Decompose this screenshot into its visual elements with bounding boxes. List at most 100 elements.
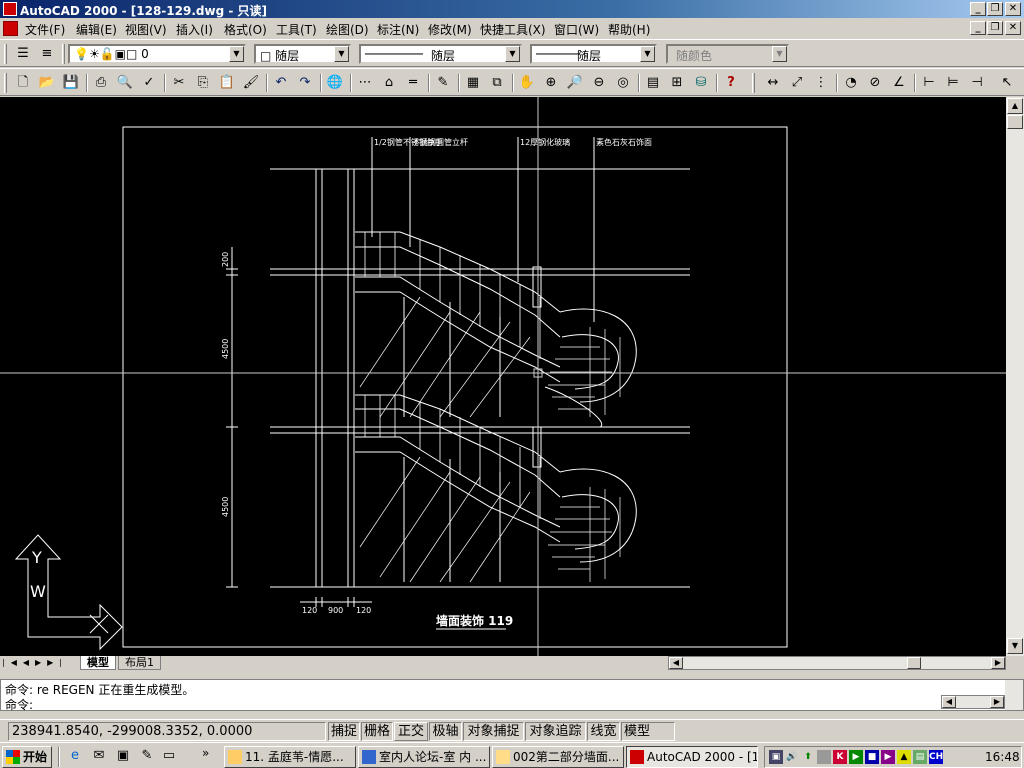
dim-ordinate-icon[interactable]: ⋮ bbox=[812, 74, 830, 92]
zoom-realtime-icon[interactable]: ⊕ bbox=[542, 74, 560, 92]
toolbar-grip[interactable] bbox=[752, 73, 755, 93]
quicklaunch-more-icon[interactable]: » bbox=[202, 746, 209, 760]
tab-nav-arrows[interactable]: |◀◀▶▶| bbox=[2, 657, 78, 669]
toggle-ortho[interactable]: 正交 bbox=[394, 722, 428, 741]
preview-icon[interactable]: 🔍 bbox=[116, 74, 134, 92]
tray-app-icon[interactable] bbox=[817, 750, 831, 764]
menu-quick-tools[interactable]: 快捷工具(X) bbox=[480, 21, 546, 38]
network-icon[interactable]: ▣ bbox=[769, 750, 783, 764]
zoom-window-icon[interactable]: 🔎 bbox=[566, 74, 584, 92]
task-folder[interactable]: 002第二部分墙面... bbox=[492, 746, 624, 768]
tab-layout1[interactable]: 布局1 bbox=[118, 656, 161, 670]
quick-dim-icon[interactable]: ⊢ bbox=[920, 74, 938, 92]
desktop-icon[interactable]: ▣ bbox=[114, 747, 132, 765]
media-prev-icon[interactable]: K bbox=[833, 750, 847, 764]
color-dropdown[interactable]: □ 随层 ▼ bbox=[254, 44, 351, 64]
media-stop-icon[interactable]: ■ bbox=[865, 750, 879, 764]
command-prompt[interactable]: 命令: bbox=[5, 696, 33, 713]
scroll-thumb[interactable] bbox=[1007, 115, 1023, 129]
language-indicator[interactable]: CH bbox=[929, 750, 943, 764]
spellcheck-icon[interactable]: ✓ bbox=[140, 74, 158, 92]
linetype-dropdown[interactable]: ──────── 随层 ▼ bbox=[359, 44, 522, 64]
media-eject-icon[interactable]: ▲ bbox=[897, 750, 911, 764]
horizontal-scrollbar[interactable]: ◀ ▶ bbox=[668, 656, 1006, 670]
green-arrow-icon[interactable]: ⬆ bbox=[801, 750, 815, 764]
layer-manager-icon[interactable]: ☰ bbox=[14, 45, 32, 63]
dim-aligned-icon[interactable]: ⤢ bbox=[788, 74, 806, 92]
doc-restore-button[interactable]: ❐ bbox=[987, 21, 1003, 35]
matchprop-icon[interactable]: 🖌 bbox=[242, 74, 260, 92]
restore-button[interactable]: ❐ bbox=[987, 2, 1003, 16]
properties-icon[interactable]: ▤ bbox=[644, 74, 662, 92]
volume-icon[interactable]: 🔊 bbox=[785, 750, 799, 764]
toolbar-grip[interactable] bbox=[4, 44, 7, 64]
dim-angular-icon[interactable]: ∠ bbox=[890, 74, 908, 92]
dim-diameter-icon[interactable]: ⊘ bbox=[866, 74, 884, 92]
chevron-down-icon[interactable]: ▼ bbox=[640, 46, 655, 62]
task-music[interactable]: 11. 孟庭苇-情愿... bbox=[224, 746, 356, 768]
close-button[interactable]: ✕ bbox=[1005, 2, 1021, 16]
toggle-otrack[interactable]: 对象追踪 bbox=[525, 722, 586, 741]
document-icon[interactable] bbox=[3, 21, 18, 36]
scroll-right-icon[interactable]: ▶ bbox=[990, 696, 1004, 708]
coordinate-readout[interactable]: 238941.8540, -299008.3352, 0.0000 bbox=[8, 722, 326, 741]
dim-baseline-icon[interactable]: ⊨ bbox=[944, 74, 962, 92]
cut-icon[interactable]: ✂ bbox=[170, 74, 188, 92]
toggle-snap[interactable]: 捕捉 bbox=[328, 722, 360, 741]
layer-dropdown[interactable]: 💡☀🔓▣□ 0 ▼ bbox=[68, 44, 246, 64]
menu-modify[interactable]: 修改(M) bbox=[428, 21, 472, 38]
command-hscrollbar[interactable]: ◀ ▶ bbox=[941, 695, 1005, 709]
dim-linear-icon[interactable]: ↔ bbox=[764, 74, 782, 92]
quicklaunch-app2-icon[interactable]: ▭ bbox=[160, 747, 178, 765]
copy-icon[interactable]: ⎘ bbox=[194, 74, 212, 92]
menu-edit[interactable]: 编辑(E) bbox=[76, 21, 117, 38]
command-vscrollbar[interactable] bbox=[1005, 680, 1023, 710]
menu-insert[interactable]: 插入(I) bbox=[176, 21, 213, 38]
redo-icon[interactable]: ↷ bbox=[296, 74, 314, 92]
toolbar-grip[interactable] bbox=[4, 73, 7, 93]
new-icon[interactable]: 🗋 bbox=[14, 74, 32, 92]
menu-format[interactable]: 格式(O) bbox=[224, 21, 267, 38]
ucs-icon[interactable]: ⌂ bbox=[380, 74, 398, 92]
clock[interactable]: 16:48 bbox=[985, 750, 1020, 764]
ie-icon[interactable]: e bbox=[66, 747, 84, 765]
zoom-extents-icon[interactable]: ◎ bbox=[614, 74, 632, 92]
task-autocad[interactable]: AutoCAD 2000 - [1... bbox=[626, 746, 758, 768]
scroll-left-icon[interactable]: ◀ bbox=[669, 657, 683, 669]
viewport-icon[interactable]: ⧉ bbox=[488, 74, 506, 92]
toggle-lineweight[interactable]: 线宽 bbox=[587, 722, 620, 741]
dbconnect-icon[interactable]: ⛁ bbox=[692, 74, 710, 92]
media-next-icon[interactable]: ▶ bbox=[881, 750, 895, 764]
redraw-icon[interactable]: ✎ bbox=[434, 74, 452, 92]
toggle-model[interactable]: 模型 bbox=[621, 722, 675, 741]
chevron-down-icon[interactable]: ▼ bbox=[505, 46, 520, 62]
distance-icon[interactable]: ═ bbox=[404, 74, 422, 92]
menu-dimension[interactable]: 标注(N) bbox=[377, 21, 419, 38]
outlook-icon[interactable]: ✉ bbox=[90, 747, 108, 765]
menu-view[interactable]: 视图(V) bbox=[125, 21, 167, 38]
lineweight-dropdown[interactable]: ────── 随层 ▼ bbox=[530, 44, 657, 64]
hyperlink-icon[interactable]: 🌐 bbox=[326, 74, 344, 92]
dim-radius-icon[interactable]: ◔ bbox=[842, 74, 860, 92]
undo-icon[interactable]: ↶ bbox=[272, 74, 290, 92]
scroll-up-icon[interactable]: ▲ bbox=[1007, 98, 1023, 114]
h-scroll-thumb[interactable] bbox=[907, 657, 921, 669]
quicklaunch-app-icon[interactable]: ✎ bbox=[138, 747, 156, 765]
zoom-previous-icon[interactable]: ⊖ bbox=[590, 74, 608, 92]
help-icon[interactable]: ? bbox=[722, 74, 740, 92]
menu-draw[interactable]: 绘图(D) bbox=[326, 21, 369, 38]
toggle-grid[interactable]: 栅格 bbox=[361, 722, 393, 741]
menu-window[interactable]: 窗口(W) bbox=[554, 21, 599, 38]
scroll-right-icon[interactable]: ▶ bbox=[991, 657, 1005, 669]
designcenter-icon[interactable]: ⊞ bbox=[668, 74, 686, 92]
chevron-down-icon[interactable]: ▼ bbox=[334, 46, 349, 62]
media-play-icon[interactable]: ▶ bbox=[849, 750, 863, 764]
scroll-left-icon[interactable]: ◀ bbox=[942, 696, 956, 708]
scroll-down-icon[interactable]: ▼ bbox=[1007, 638, 1023, 654]
vertical-scrollbar[interactable]: ▲ ▼ bbox=[1006, 97, 1024, 656]
leader-icon[interactable]: ↖ bbox=[998, 74, 1016, 92]
toggle-osnap[interactable]: 对象捕捉 bbox=[463, 722, 524, 741]
autocad-app-icon[interactable] bbox=[3, 2, 17, 16]
tab-model[interactable]: 模型 bbox=[80, 656, 116, 670]
tracking-icon[interactable]: ⋯ bbox=[356, 74, 374, 92]
